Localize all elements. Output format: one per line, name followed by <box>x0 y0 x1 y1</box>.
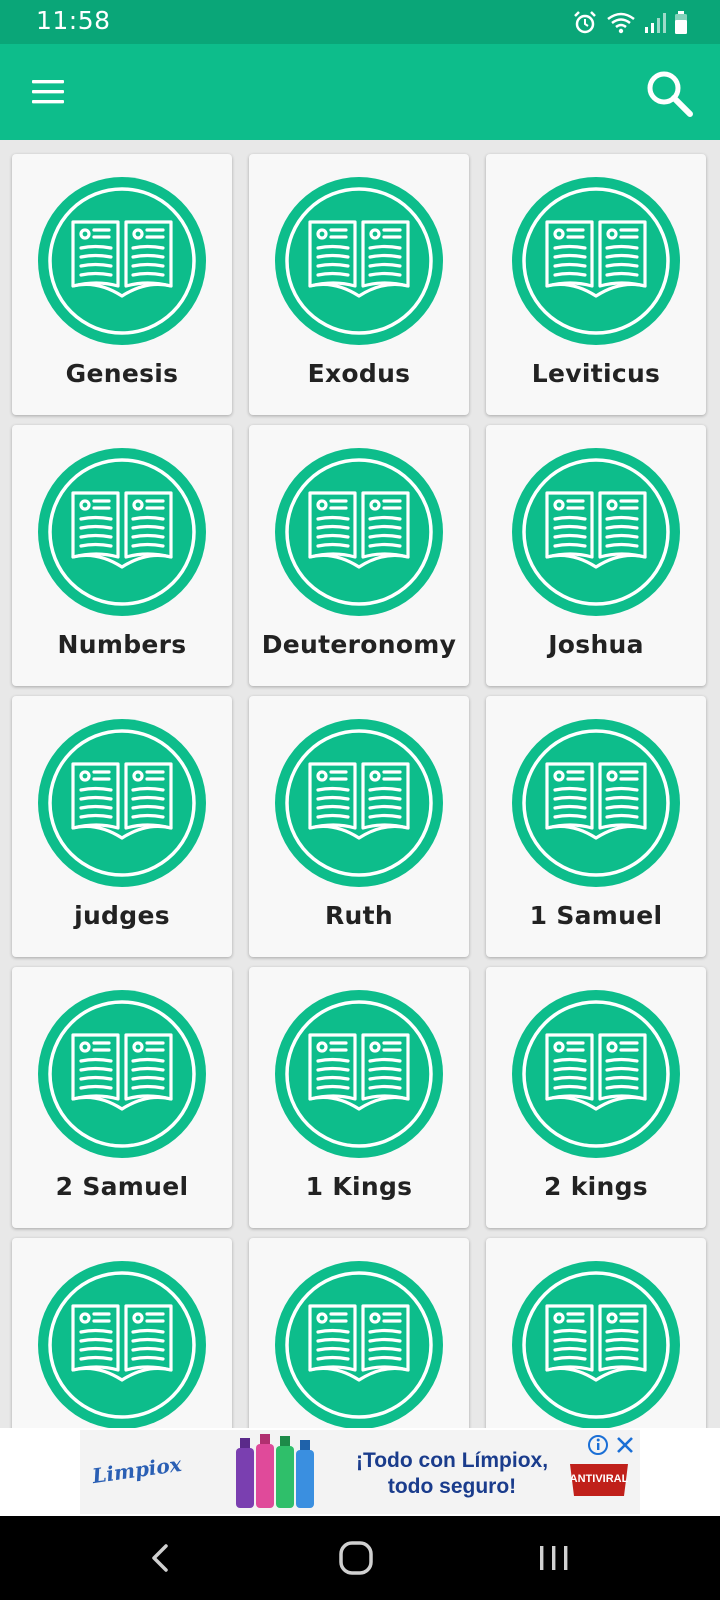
book-label: Exodus <box>307 359 411 388</box>
open-book-icon <box>38 448 206 616</box>
books-grid: Genesis Exodus Leviticus Numbers Deutero… <box>0 140 720 1428</box>
book-label: Joshua <box>548 630 644 659</box>
book-card[interactable]: 1 Kings <box>249 967 469 1228</box>
open-book-icon <box>512 448 680 616</box>
book-card[interactable]: 1 Samuel <box>486 696 706 957</box>
open-book-icon <box>38 177 206 345</box>
open-book-icon <box>275 177 443 345</box>
book-label: Ruth <box>325 901 393 930</box>
book-card[interactable]: Numbers <box>12 425 232 686</box>
book-card[interactable]: Ruth <box>249 696 469 957</box>
ad-choices[interactable] <box>587 1432 639 1458</box>
book-card[interactable]: 2 Samuel <box>12 967 232 1228</box>
book-label: Deuteronomy <box>261 630 457 659</box>
open-book-icon <box>275 448 443 616</box>
home-icon[interactable] <box>334 1536 378 1580</box>
ad-close-icon[interactable] <box>615 1435 635 1455</box>
open-book-icon <box>275 719 443 887</box>
alarm-icon <box>574 11 596 34</box>
book-card[interactable]: Joshua <box>486 425 706 686</box>
recent-apps-icon[interactable] <box>534 1538 574 1578</box>
open-book-icon <box>512 719 680 887</box>
book-label: 1 Samuel <box>529 901 663 930</box>
ad-text-line2: todo seguro! <box>387 1475 517 1498</box>
ad-brand-logo: Limpiox <box>90 1451 183 1489</box>
book-label: judges <box>74 901 170 930</box>
book-card[interactable] <box>249 1238 469 1428</box>
ad-banner[interactable]: Limpiox ¡Todo con Límpiox, todo seguro! … <box>0 1428 720 1516</box>
book-label: Leviticus <box>531 359 661 388</box>
app-bar <box>0 44 720 140</box>
open-book-icon <box>38 1261 206 1428</box>
ad-creative[interactable]: Limpiox ¡Todo con Límpiox, todo seguro! … <box>80 1430 640 1514</box>
ad-headline: ¡Todo con Límpiox, todo seguro! <box>342 1448 562 1500</box>
open-book-icon <box>38 990 206 1158</box>
book-card[interactable]: 2 kings <box>486 967 706 1228</box>
ad-bottles-image <box>236 1434 314 1508</box>
book-card[interactable] <box>12 1238 232 1428</box>
back-icon[interactable] <box>140 1538 180 1578</box>
ad-info-icon[interactable] <box>587 1434 609 1456</box>
signal-icon <box>645 13 666 33</box>
open-book-icon <box>275 990 443 1158</box>
book-label: 2 kings <box>544 1172 648 1201</box>
ad-text-line1: ¡Todo con Límpiox, <box>355 1449 549 1472</box>
book-label: 2 Samuel <box>55 1172 189 1201</box>
book-label: Numbers <box>57 630 187 659</box>
book-card[interactable]: Deuteronomy <box>249 425 469 686</box>
book-card[interactable]: Leviticus <box>486 154 706 415</box>
status-bar: 11:58 <box>0 0 720 44</box>
book-card[interactable] <box>486 1238 706 1428</box>
book-card[interactable]: judges <box>12 696 232 957</box>
status-icons <box>572 10 688 36</box>
ad-badge-text: ANTIVIRAL <box>570 1473 629 1485</box>
battery-icon <box>675 11 687 34</box>
open-book-icon <box>512 990 680 1158</box>
ad-badge: ANTIVIRAL <box>570 1464 629 1496</box>
wifi-icon <box>607 12 635 34</box>
status-time: 11:58 <box>36 6 111 35</box>
navigation-bar <box>0 1516 720 1600</box>
open-book-icon <box>512 177 680 345</box>
hamburger-menu-icon[interactable] <box>28 72 68 112</box>
open-book-icon <box>38 719 206 887</box>
book-label: Genesis <box>65 359 179 388</box>
book-card[interactable]: Genesis <box>12 154 232 415</box>
search-icon[interactable] <box>644 68 696 120</box>
book-card[interactable]: Exodus <box>249 154 469 415</box>
open-book-icon <box>275 1261 443 1428</box>
open-book-icon <box>512 1261 680 1428</box>
book-label: 1 Kings <box>305 1172 413 1201</box>
